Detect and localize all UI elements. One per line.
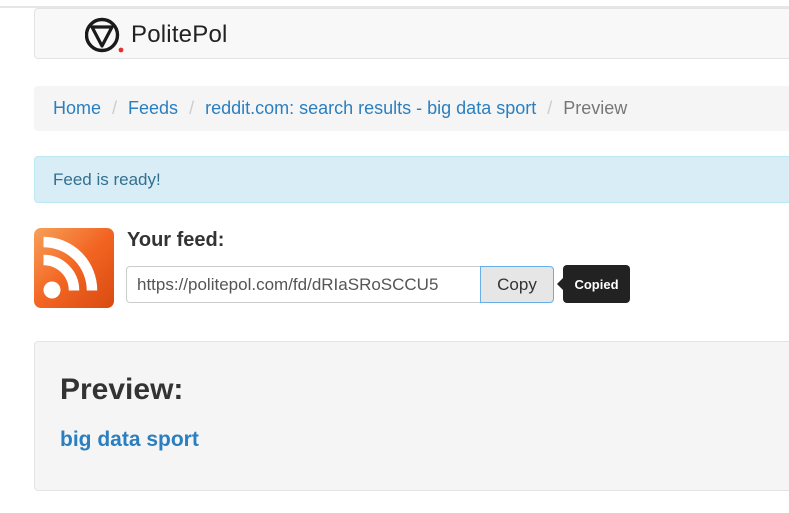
triangle-in-circle-logo-icon bbox=[85, 17, 124, 53]
copied-tooltip: Copied bbox=[557, 265, 630, 303]
breadcrumb-source[interactable]: reddit.com: search results - big data sp… bbox=[205, 98, 536, 119]
navbar: PolitePol bbox=[34, 8, 789, 59]
breadcrumb-feeds[interactable]: Feeds bbox=[128, 98, 178, 119]
breadcrumb-separator: / bbox=[547, 98, 553, 118]
brand-link[interactable]: PolitePol bbox=[85, 17, 228, 53]
preview-item-link[interactable]: big data sport bbox=[60, 428, 199, 452]
your-feed-label: Your feed: bbox=[127, 229, 225, 251]
breadcrumb-current: Preview bbox=[563, 98, 628, 118]
copy-button[interactable]: Copy bbox=[480, 266, 554, 303]
breadcrumb-home[interactable]: Home bbox=[53, 98, 101, 119]
breadcrumb: Home / Feeds / reddit.com: search result… bbox=[34, 86, 789, 131]
feed-url-input[interactable] bbox=[126, 266, 481, 303]
breadcrumb-separator: / bbox=[189, 98, 195, 118]
preview-title: Preview: bbox=[60, 373, 184, 406]
feed-ready-alert: Feed is ready! bbox=[34, 156, 789, 203]
preview-panel: Preview: big data sport bbox=[34, 341, 789, 491]
rss-icon bbox=[34, 228, 114, 308]
brand-name: PolitePol bbox=[131, 21, 228, 48]
breadcrumb-separator: / bbox=[112, 98, 118, 118]
